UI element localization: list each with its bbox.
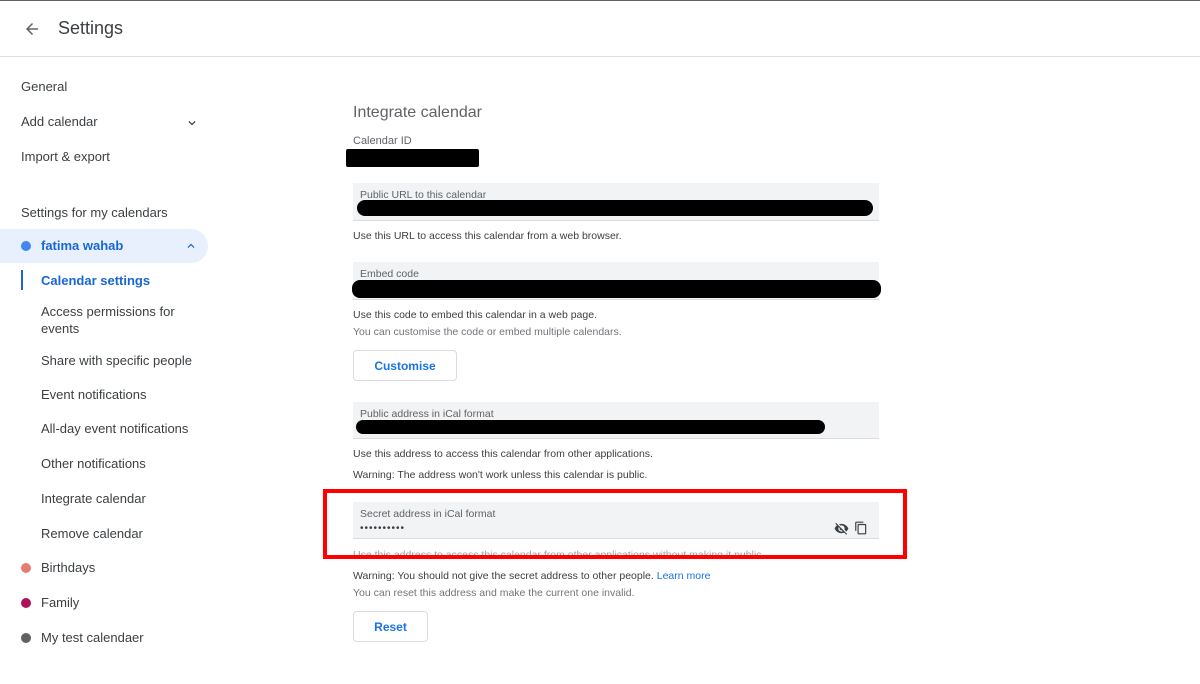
embed-help: Use this code to embed this calendar in … bbox=[353, 309, 597, 321]
settings-sidebar: General Add calendar Import & export Set… bbox=[0, 58, 210, 684]
public-ical-help: Use this address to access this calendar… bbox=[353, 448, 653, 460]
sidebar-item-remove-calendar[interactable]: Remove calendar bbox=[41, 525, 201, 542]
sidebar-item-other-notifications[interactable]: Other notifications bbox=[41, 455, 201, 472]
page-title: Settings bbox=[58, 18, 124, 38]
sidebar-item-share-people[interactable]: Share with specific people bbox=[41, 352, 201, 369]
settings-header: Settings bbox=[0, 1, 1200, 57]
embed-code-label: Embed code bbox=[360, 268, 419, 280]
redaction-block bbox=[346, 149, 479, 167]
sidebar-item-allday-notifications[interactable]: All-day event notifications bbox=[41, 420, 201, 437]
sidebar-item-import-export[interactable]: Import & export bbox=[21, 149, 110, 164]
reset-button[interactable]: Reset bbox=[353, 611, 428, 642]
calendar-color-dot bbox=[21, 241, 31, 251]
back-button[interactable] bbox=[18, 15, 46, 43]
add-calendar-label: Add calendar bbox=[21, 114, 98, 129]
calendar-color-dot bbox=[21, 563, 31, 573]
redaction-block bbox=[352, 280, 881, 298]
learn-more-link[interactable]: Learn more bbox=[657, 570, 711, 582]
sidebar-item-event-notifications[interactable]: Event notifications bbox=[41, 386, 201, 403]
sidebar-item-access-permissions[interactable]: Access permissions for events bbox=[41, 303, 201, 337]
section-title: Integrate calendar bbox=[353, 104, 482, 121]
chevron-up-icon[interactable] bbox=[184, 239, 198, 253]
embed-help-secondary: You can customise the code or embed mult… bbox=[353, 326, 622, 338]
sidebar-item-integrate-calendar[interactable]: Integrate calendar bbox=[41, 490, 201, 507]
annotation-highlight-box bbox=[323, 489, 907, 559]
sidebar-calendar-birthdays[interactable]: Birthdays bbox=[0, 550, 208, 584]
secret-warning-text: Warning: You should not give the secret … bbox=[353, 570, 654, 582]
public-url-help: Use this URL to access this calendar fro… bbox=[353, 230, 622, 242]
calendar-name: My test calendaer bbox=[41, 630, 144, 645]
customise-button[interactable]: Customise bbox=[353, 350, 457, 381]
calendar-name: fatima wahab bbox=[41, 238, 124, 253]
reset-help: You can reset this address and make the … bbox=[353, 587, 635, 599]
arrow-back-icon bbox=[26, 23, 38, 35]
sidebar-calendar-family[interactable]: Family bbox=[0, 585, 208, 619]
sidebar-item-calendar-settings[interactable]: Calendar settings bbox=[41, 272, 201, 289]
calendar-name: Birthdays bbox=[41, 560, 96, 575]
redaction-block bbox=[356, 420, 825, 434]
sidebar-calendar-my-test[interactable]: My test calendaer bbox=[0, 620, 208, 654]
public-ical-label: Public address in iCal format bbox=[360, 408, 494, 420]
active-indicator bbox=[21, 270, 23, 290]
sidebar-item-add-calendar[interactable]: Add calendar bbox=[21, 114, 201, 129]
chevron-down-icon[interactable] bbox=[185, 116, 199, 130]
secret-ical-warning: Warning: You should not give the secret … bbox=[353, 570, 710, 582]
calendar-color-dot bbox=[21, 598, 31, 608]
sidebar-calendar-fatima-wahab[interactable]: fatima wahab bbox=[0, 229, 208, 263]
sidebar-section-title: Settings for my calendars bbox=[21, 205, 168, 220]
calendar-name: Family bbox=[41, 595, 80, 610]
public-ical-warning: Warning: The address won't work unless t… bbox=[353, 469, 648, 481]
redaction-block bbox=[357, 200, 873, 216]
calendar-color-dot bbox=[21, 633, 31, 643]
calendar-id-label: Calendar ID bbox=[353, 135, 412, 147]
sidebar-item-general[interactable]: General bbox=[21, 79, 67, 94]
